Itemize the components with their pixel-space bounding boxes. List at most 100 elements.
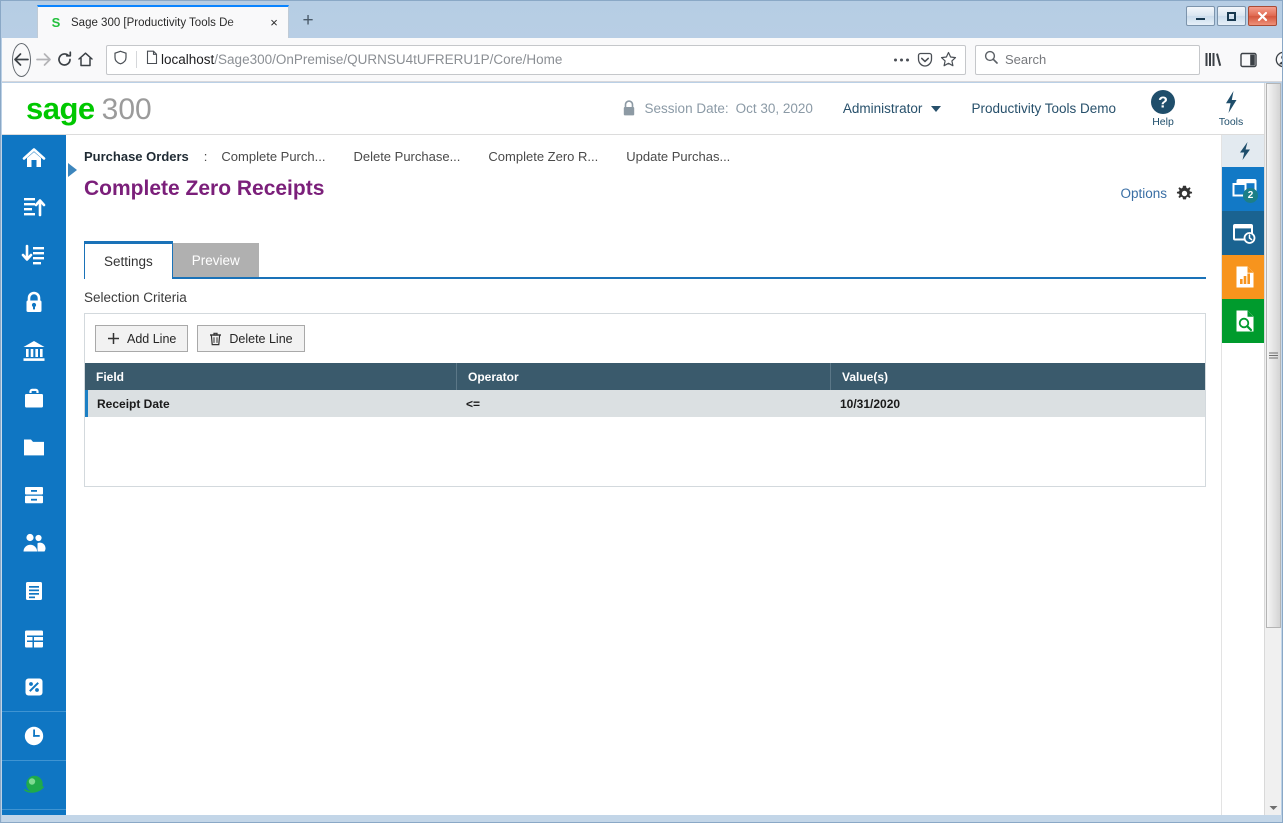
scrollbar-thumb[interactable] (1266, 83, 1281, 628)
maximize-button[interactable] (1217, 6, 1246, 26)
bookmark-star-icon[interactable] (940, 51, 957, 68)
browser-tab[interactable]: S Sage 300 [Productivity Tools De × (37, 5, 289, 38)
grid-column-operator[interactable]: Operator (457, 363, 831, 390)
report-chart-icon (1236, 266, 1253, 288)
close-tab-icon[interactable]: × (266, 15, 282, 31)
new-tab-button[interactable]: + (297, 11, 319, 33)
scrollbar-grip-icon (1269, 352, 1278, 359)
sidebar-item-recent[interactable] (2, 712, 66, 760)
browser-toolbar-actions (1200, 47, 1282, 73)
open-windows-badge: 2 (1243, 188, 1258, 203)
search-bar[interactable]: Search (975, 44, 1200, 75)
cell-value[interactable]: 10/31/2020 (831, 390, 1205, 417)
lightning-icon (1239, 142, 1250, 160)
cell-field[interactable]: Receipt Date (88, 390, 457, 417)
inquiry-button[interactable] (1222, 299, 1266, 343)
account-icon[interactable] (1270, 47, 1282, 73)
expand-panel-icon[interactable] (68, 163, 77, 177)
app-header-right: Session Date: Oct 30, 2020 Administrator… (622, 89, 1266, 128)
tab-preview[interactable]: Preview (172, 243, 259, 277)
sidebar-item-purchase-orders[interactable] (2, 615, 66, 663)
scroll-down-button[interactable] (1266, 800, 1281, 816)
page-title: Complete Zero Receipts (84, 177, 325, 200)
company-name: Productivity Tools Demo (971, 101, 1116, 116)
breadcrumb-item-complete-zero-receipts[interactable]: Complete Zero R... (488, 149, 598, 164)
breadcrumb-root[interactable]: Purchase Orders (84, 149, 189, 164)
tools-button[interactable]: Tools (1210, 89, 1252, 128)
briefcase-icon (25, 388, 43, 408)
forward-icon[interactable] (35, 44, 52, 76)
sidebar-item-order-entry[interactable] (2, 567, 66, 615)
options-label: Options (1120, 186, 1167, 201)
sidebar-icon[interactable] (1235, 47, 1261, 73)
breadcrumb: Purchase Orders : Complete Purch... Dele… (84, 135, 730, 177)
sidebar-item-accounts-receivable[interactable] (2, 183, 66, 231)
reload-icon[interactable] (56, 44, 73, 76)
right-sidebar: 2 (1221, 135, 1266, 816)
url-text[interactable]: localhost/Sage300/OnPremise/QURNSU4tUFRE… (159, 52, 893, 67)
add-line-button[interactable]: Add Line (95, 325, 189, 352)
help-label: Help (1152, 116, 1174, 128)
home-icon[interactable] (77, 44, 94, 76)
navigation-toolbar: localhost/Sage300/OnPremise/QURNSU4tUFRE… (2, 38, 1282, 82)
sidebar-item-inventory-control[interactable] (2, 471, 66, 519)
pocket-icon[interactable] (917, 52, 933, 68)
add-line-label: Add Line (127, 331, 177, 346)
page-info-icon[interactable] (145, 50, 159, 70)
table-row[interactable]: Receipt Date <= 10/31/2020 (85, 390, 1205, 417)
sage-favicon-icon: S (51, 14, 61, 30)
sidebar-item-common-services[interactable] (2, 375, 66, 423)
browser-tab-title: Sage 300 [Productivity Tools De (71, 16, 234, 29)
recent-windows-button[interactable] (1222, 211, 1266, 255)
options-button[interactable]: Options (1120, 185, 1193, 202)
sidebar-item-general-ledger[interactable] (2, 423, 66, 471)
browser-window: S Sage 300 [Productivity Tools De × + lo… (0, 0, 1283, 823)
user-menu[interactable]: Administrator (843, 101, 942, 116)
title-bar: S Sage 300 [Productivity Tools De × + (1, 1, 1282, 38)
sage-logo[interactable]: sage 300 (26, 91, 152, 127)
url-bar[interactable]: localhost/Sage300/OnPremise/QURNSU4tUFRE… (106, 44, 966, 75)
lock-icon (622, 100, 636, 117)
page-scrollbar[interactable] (1264, 83, 1281, 816)
app-header: sage 300 Session Date: Oct 30, 2020 Admi… (2, 83, 1266, 135)
grid-column-values[interactable]: Value(s) (831, 363, 1205, 390)
sidebar-item-customers[interactable] (2, 519, 66, 567)
grid-header-row: Field Operator Value(s) (85, 363, 1205, 390)
cell-operator[interactable]: <= (457, 390, 831, 417)
people-icon (23, 533, 46, 552)
page-actions-icon[interactable] (893, 57, 910, 63)
sidebar-item-home[interactable] (2, 135, 66, 183)
sidebar-item-bank-services[interactable] (2, 327, 66, 375)
minimize-button[interactable] (1186, 6, 1215, 26)
help-button[interactable]: ? Help (1142, 89, 1184, 128)
selection-criteria-panel: Add Line Delete Line Field Operator Valu… (84, 313, 1206, 487)
tools-label: Tools (1218, 116, 1244, 128)
folder-icon (24, 439, 44, 456)
sage-logo-version: 300 (101, 92, 152, 126)
search-input[interactable]: Search (1005, 52, 1046, 67)
quick-actions-button[interactable] (1222, 135, 1266, 167)
breadcrumb-item-update-purchase[interactable]: Update Purchas... (626, 149, 730, 164)
tab-settings[interactable]: Settings (84, 241, 173, 279)
session-date-label: Session Date: (644, 101, 729, 116)
delete-line-button[interactable]: Delete Line (197, 325, 305, 352)
back-icon[interactable] (12, 42, 31, 77)
main-content: Purchase Orders : Complete Purch... Dele… (66, 135, 1221, 816)
gear-icon (1176, 185, 1193, 200)
close-window-button[interactable] (1248, 6, 1277, 26)
breadcrumb-item-delete-purchase[interactable]: Delete Purchase... (353, 149, 460, 164)
sidebar-item-portal[interactable] (2, 761, 66, 809)
shield-icon[interactable] (113, 50, 128, 70)
sage-logo-text: sage (26, 90, 95, 126)
sidebar-item-tax-services[interactable] (2, 663, 66, 711)
library-icon[interactable] (1200, 47, 1226, 73)
sidebar-item-security[interactable] (2, 279, 66, 327)
sidebar-item-accounts-payable[interactable] (2, 231, 66, 279)
breadcrumb-item-complete-purchase[interactable]: Complete Purch... (221, 149, 325, 164)
reports-button[interactable] (1222, 255, 1266, 299)
chevron-down-icon (931, 105, 942, 112)
grid-column-field[interactable]: Field (85, 363, 457, 390)
open-windows-button[interactable]: 2 (1222, 167, 1266, 211)
lightning-icon (1226, 91, 1237, 113)
payable-icon (21, 244, 44, 265)
